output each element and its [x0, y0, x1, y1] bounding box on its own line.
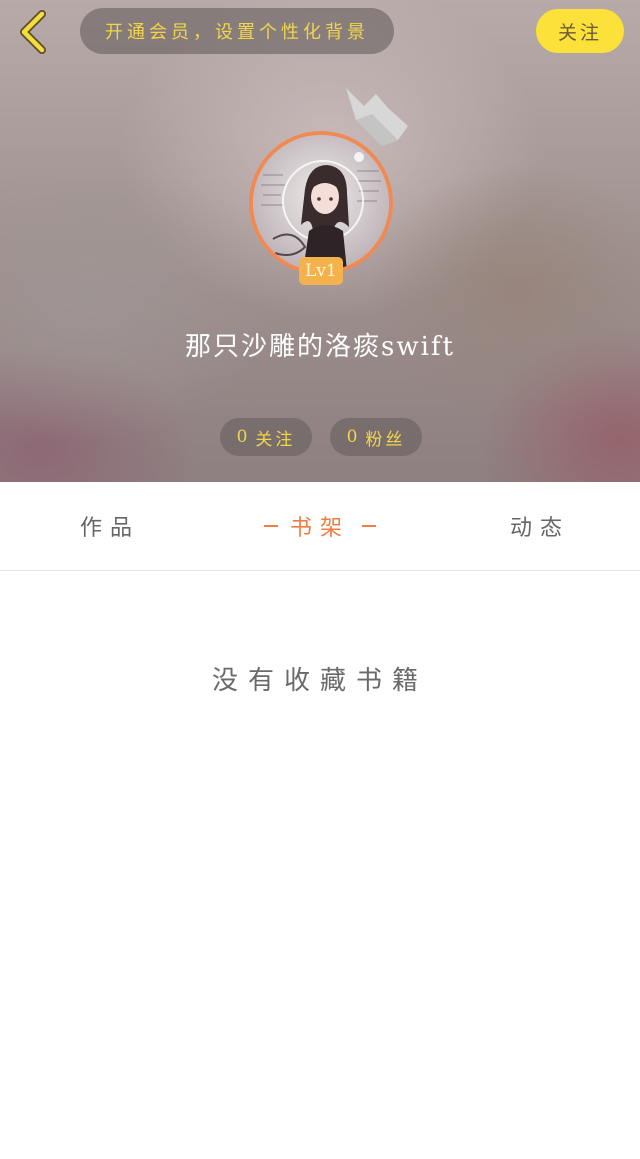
avatar-illustration: [253, 135, 389, 271]
tab-active-indicator-left: [263, 525, 278, 527]
avatar[interactable]: [249, 131, 393, 275]
tab-moments-label: 动态: [509, 516, 570, 541]
tab-moments[interactable]: 动态: [470, 482, 610, 570]
following-count: 0: [236, 427, 248, 447]
profile-header: 开通会员，设置个性化背景 关注 Lv1 那只沙雕的洛痰swift 0 关注 0 …: [0, 0, 640, 482]
tab-works-label: 作品: [79, 516, 140, 541]
fans-label: 粉丝: [365, 429, 406, 450]
avatar-image: [253, 135, 389, 271]
fans-count: 0: [346, 427, 358, 447]
tab-bookshelf[interactable]: 书架: [240, 482, 400, 570]
username: 那只沙雕的洛痰swift: [185, 332, 455, 362]
empty-state-message: 没有收藏书籍: [211, 666, 428, 696]
vip-banner-label: 开通会员，设置个性化背景: [105, 22, 369, 43]
follow-button[interactable]: 关注: [536, 9, 624, 53]
back-button[interactable]: [14, 10, 54, 54]
vip-background-banner[interactable]: 开通会员，设置个性化背景: [80, 8, 394, 54]
level-badge: Lv1: [299, 257, 343, 285]
profile-page: 开通会员，设置个性化背景 关注 Lv1 那只沙雕的洛痰swift 0 关注 0 …: [0, 0, 640, 1159]
fans-count-button[interactable]: 0 粉丝: [330, 418, 422, 456]
chevron-left-icon: [20, 10, 46, 54]
profile-tabs: 作品 书架 动态: [0, 482, 640, 571]
tab-works[interactable]: 作品: [40, 482, 180, 570]
following-count-button[interactable]: 0 关注: [220, 418, 312, 456]
crown-icon: [346, 88, 408, 146]
tab-bookshelf-label: 书架: [289, 516, 350, 541]
follow-button-label: 关注: [557, 21, 602, 44]
level-badge-label: Lv1: [305, 261, 337, 281]
following-label: 关注: [255, 429, 296, 450]
tab-active-indicator-right: [362, 525, 376, 527]
